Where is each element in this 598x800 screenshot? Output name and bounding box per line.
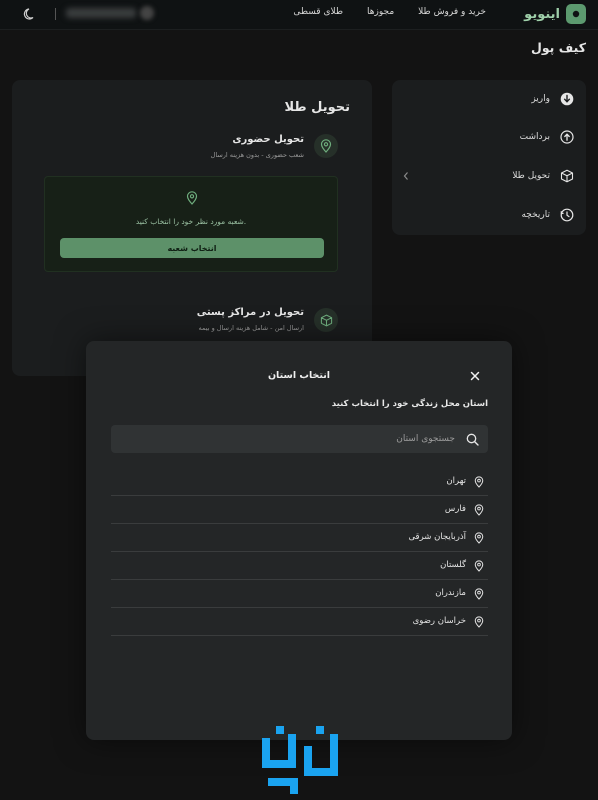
- province-item-tehran[interactable]: تهران: [111, 468, 488, 496]
- province-search-input[interactable]: [111, 425, 488, 453]
- nav-licenses[interactable]: مجوزها: [367, 7, 394, 17]
- modal-subtitle: استان محل زندگی خود را انتخاب کنید: [331, 399, 488, 409]
- post-delivery-title[interactable]: تحویل در مراکز پستی: [197, 307, 304, 318]
- location-pin-icon: [474, 532, 484, 544]
- sidebar-item-deposit[interactable]: واریز: [531, 90, 574, 108]
- location-pin-icon: [474, 560, 484, 572]
- arrow-up-circle-icon: [560, 130, 574, 144]
- province-name: مازندران: [435, 588, 466, 598]
- branch-prompt: شعبه مورد نظر خود را انتخاب کنید.: [135, 217, 247, 226]
- province-name: خراسان رضوی: [412, 616, 466, 626]
- page-title: کیف پول: [531, 40, 586, 55]
- in-person-location-icon: [314, 134, 338, 158]
- gold-delivery-panel: تحویل طلا تحویل حضوری شعب حضوری - بدون ه…: [12, 80, 372, 376]
- post-delivery-subtitle: ارسال امن - شامل هزینه ارسال و بیمه: [198, 324, 305, 332]
- sidebar-item-withdraw[interactable]: برداشت: [520, 128, 574, 146]
- brand-logo[interactable]: اینویو: [524, 4, 586, 24]
- search-icon: [466, 433, 479, 446]
- province-name: گلستان: [440, 560, 466, 570]
- province-list: تهران فارس آذربایجان شرقی گلستان مازندرا…: [111, 468, 488, 636]
- nav-installment-gold[interactable]: طلای قسطی: [293, 7, 343, 17]
- province-search: [111, 425, 488, 453]
- chevron-left-icon: [403, 172, 408, 180]
- watermark-logo: [262, 726, 338, 794]
- province-item-east-azerbaijan[interactable]: آذربایجان شرقی: [111, 524, 488, 552]
- location-pin-icon: [186, 191, 198, 205]
- box-icon: [560, 169, 574, 183]
- modal-title: انتخاب استان: [267, 370, 331, 381]
- in-person-delivery-title[interactable]: تحویل حضوری: [232, 134, 304, 145]
- select-branch-button[interactable]: انتخاب شعبه: [60, 238, 324, 258]
- location-pin-icon: [474, 504, 484, 516]
- sidebar-item-label: تاریخچه: [521, 210, 550, 220]
- branch-selection-box: شعبه مورد نظر خود را انتخاب کنید. انتخاب…: [44, 176, 338, 272]
- wallet-sidebar: واریز برداشت تحویل طلا تاریخچه: [392, 80, 586, 235]
- location-pin-icon: [474, 616, 484, 628]
- package-icon: [314, 308, 338, 332]
- sidebar-item-label: برداشت: [519, 132, 550, 142]
- province-item-fars[interactable]: فارس: [111, 496, 488, 524]
- avatar[interactable]: [140, 6, 154, 20]
- user-name-blurred[interactable]: [66, 8, 136, 18]
- sidebar-item-gold-delivery[interactable]: تحویل طلا: [512, 167, 574, 185]
- dark-mode-moon-icon[interactable]: [22, 6, 38, 22]
- province-item-golestan[interactable]: گلستان: [111, 552, 488, 580]
- province-name: تهران: [446, 476, 466, 486]
- location-pin-icon: [474, 588, 484, 600]
- province-name: فارس: [444, 504, 466, 514]
- section-title: تحویل طلا: [284, 100, 350, 115]
- sidebar-item-label: تحویل طلا: [512, 171, 550, 181]
- province-name: آذربایجان شرقی: [408, 532, 466, 542]
- location-pin-icon: [474, 476, 484, 488]
- history-icon: [560, 208, 574, 222]
- brand-name: اینویو: [524, 6, 560, 22]
- province-item-khorasan-razavi[interactable]: خراسان رضوی: [111, 608, 488, 636]
- sidebar-item-history[interactable]: تاریخچه: [521, 206, 574, 224]
- arrow-down-circle-icon: [560, 92, 574, 106]
- select-province-modal: انتخاب استان استان محل زندگی خود را انتخ…: [86, 341, 512, 740]
- top-navigation-bar: اینویو خرید و فروش طلا مجوزها طلای قسطی: [0, 0, 598, 30]
- main-nav: خرید و فروش طلا مجوزها طلای قسطی: [293, 7, 486, 17]
- brand-logo-icon: [566, 4, 586, 24]
- close-icon[interactable]: [469, 370, 481, 382]
- nav-buy-sell-gold[interactable]: خرید و فروش طلا: [418, 7, 486, 17]
- in-person-delivery-subtitle: شعب حضوری - بدون هزینه ارسال: [210, 151, 304, 159]
- divider: [55, 8, 56, 20]
- sidebar-item-label: واریز: [531, 94, 550, 104]
- province-item-mazandaran[interactable]: مازندران: [111, 580, 488, 608]
